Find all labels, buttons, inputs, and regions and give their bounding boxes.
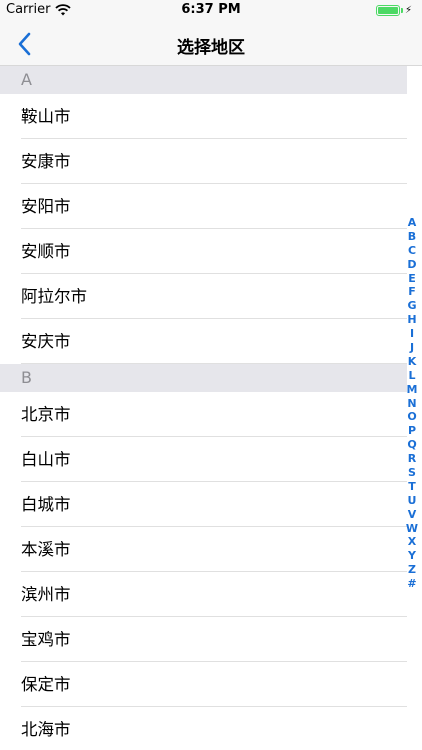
city-row[interactable]: 安庆市	[0, 319, 407, 364]
index-letter-q[interactable]: Q	[407, 438, 416, 452]
alphabet-index-bar[interactable]: A B C D E F G H I J K L M N O P Q R S T U V W X Y Z #	[404, 216, 420, 591]
city-row[interactable]: 阿拉尔市	[0, 274, 407, 319]
page-title: 选择地区	[177, 38, 245, 58]
index-letter-d[interactable]: D	[407, 258, 416, 272]
city-row[interactable]: 安阳市	[0, 184, 407, 229]
index-letter-a[interactable]: A	[408, 216, 417, 230]
city-row[interactable]: 保定市	[0, 662, 407, 707]
status-bar: Carrier 6:37 PM ⚡	[0, 0, 422, 22]
index-letter-e[interactable]: E	[408, 272, 416, 286]
index-letter-c[interactable]: C	[408, 244, 416, 258]
index-letter-n[interactable]: N	[407, 397, 416, 411]
index-letter-p[interactable]: P	[408, 424, 416, 438]
index-letter-u[interactable]: U	[408, 494, 417, 508]
city-row[interactable]: 鞍山市	[0, 94, 407, 139]
city-row[interactable]: 北海市	[0, 707, 407, 750]
index-letter-hash[interactable]: #	[407, 577, 416, 591]
index-letter-o[interactable]: O	[407, 410, 416, 424]
index-letter-z[interactable]: Z	[408, 563, 416, 577]
city-row[interactable]: 白城市	[0, 482, 407, 527]
index-letter-r[interactable]: R	[408, 452, 416, 466]
city-row[interactable]: 本溪市	[0, 527, 407, 572]
index-letter-k[interactable]: K	[408, 355, 417, 369]
city-row[interactable]: 安康市	[0, 139, 407, 184]
index-letter-j[interactable]: J	[410, 341, 414, 355]
section-header-a: A	[0, 66, 407, 94]
city-row[interactable]: 白山市	[0, 437, 407, 482]
index-letter-w[interactable]: W	[406, 522, 418, 536]
city-row[interactable]: 滨州市	[0, 572, 407, 617]
index-letter-y[interactable]: Y	[408, 549, 416, 563]
city-list[interactable]: A 鞍山市 安康市 安阳市 安顺市 阿拉尔市 安庆市 B 北京市 白山市 白城市 本溪市 滨州市 宝鸡市保…	[0, 66, 407, 750]
index-letter-v[interactable]: V	[408, 508, 417, 522]
index-letter-i[interactable]: I	[410, 327, 414, 341]
charging-icon: ⚡	[404, 5, 412, 16]
city-row[interactable]: 北京市	[0, 392, 407, 437]
city-row[interactable]: 宝鸡市	[0, 617, 407, 662]
index-letter-t[interactable]: T	[408, 480, 416, 494]
index-letter-l[interactable]: L	[408, 369, 415, 383]
battery-icon: ⚡	[375, 5, 412, 16]
section-header-b: B	[0, 364, 407, 392]
index-letter-m[interactable]: M	[407, 383, 418, 397]
city-row[interactable]: 安顺市	[0, 229, 407, 274]
index-letter-b[interactable]: B	[408, 230, 416, 244]
index-letter-x[interactable]: X	[408, 535, 416, 549]
navigation-bar: 选择地区	[0, 22, 422, 66]
index-letter-f[interactable]: F	[408, 285, 416, 299]
index-letter-h[interactable]: H	[407, 313, 416, 327]
status-time: 6:37 PM	[181, 2, 241, 17]
index-letter-s[interactable]: S	[408, 466, 416, 480]
index-letter-g[interactable]: G	[407, 299, 416, 313]
